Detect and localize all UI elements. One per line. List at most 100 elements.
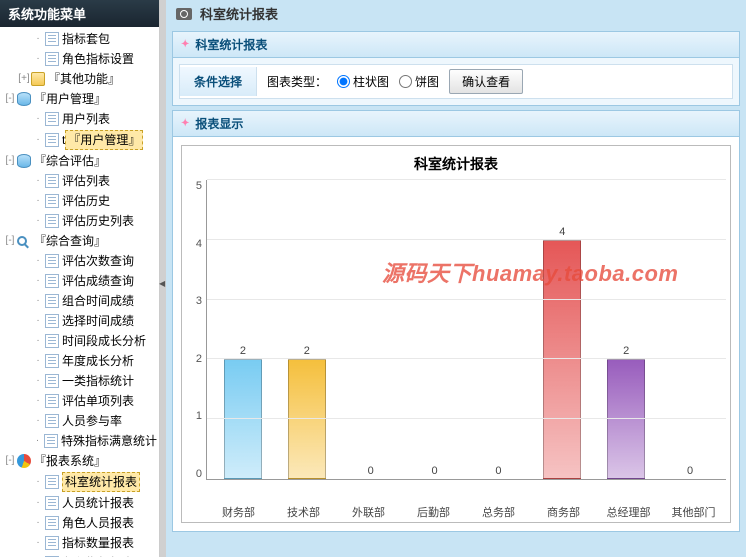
nav-item-label: 『报表系统』 — [34, 452, 106, 470]
radio-pie-label: 饼图 — [415, 73, 439, 90]
nav-item-label: 评估历史列表 — [62, 212, 134, 230]
bar-column: 0 — [339, 180, 403, 479]
radio-pie-wrap[interactable]: 饼图 — [399, 73, 439, 90]
page-icon — [45, 374, 59, 388]
page-icon — [45, 314, 59, 328]
db-icon — [17, 154, 31, 168]
grid-line — [207, 358, 726, 359]
branch-icon: · — [32, 212, 44, 230]
branch-icon: · — [32, 252, 44, 270]
radio-bar[interactable] — [337, 75, 350, 88]
page-icon — [45, 174, 59, 188]
filter-panel: ✦ 科室统计报表 条件选择 图表类型： 柱状图 饼图 — [172, 31, 740, 106]
bar-column: 0 — [403, 180, 467, 479]
grid-line — [207, 418, 726, 419]
page-icon — [45, 52, 59, 66]
page-icon — [45, 254, 59, 268]
nav-item[interactable]: [+]『其他功能』 — [0, 69, 159, 89]
nav-item[interactable]: ·选择时间成绩 — [0, 311, 159, 331]
submit-button[interactable]: 确认查看 — [449, 69, 523, 94]
radio-bar-wrap[interactable]: 柱状图 — [337, 73, 389, 90]
chart-yaxis: 543210 — [186, 180, 206, 500]
nav-item[interactable]: · 评估次数查询 — [0, 251, 159, 271]
chart-icon — [17, 454, 31, 468]
xtick-label: 技术部 — [271, 500, 336, 520]
nav-item[interactable]: · 角色人员报表 — [0, 513, 159, 533]
branch-icon: · — [32, 110, 44, 128]
bar-value-label: 2 — [623, 345, 629, 357]
nav-item[interactable]: ·组合时间成绩 — [0, 291, 159, 311]
ytick-label: 1 — [196, 410, 202, 422]
nav-item[interactable]: ·评估单项列表 — [0, 391, 159, 411]
nav-item-label: 『综合查询』 — [34, 232, 106, 250]
page-icon — [45, 394, 59, 408]
branch-icon: · — [32, 352, 44, 370]
nav-item[interactable]: ·科室统计报表 — [0, 471, 159, 493]
nav-item[interactable]: ·人员统计报表 — [0, 493, 159, 513]
branch-icon: · — [32, 372, 44, 390]
nav-item[interactable]: ·评估列表 — [0, 171, 159, 191]
nav-item-label: 评估列表 — [62, 172, 110, 190]
page-icon — [45, 496, 59, 510]
radio-pie[interactable] — [399, 75, 412, 88]
page-icon — [45, 334, 59, 348]
nav-item[interactable]: ·时间段成长分析 — [0, 331, 159, 351]
xtick-label: 总经理部 — [596, 500, 661, 520]
chart-title: 科室统计报表 — [186, 154, 726, 174]
nav-item[interactable]: ·评估历史 — [0, 191, 159, 211]
bar-column: 2 — [594, 180, 658, 479]
collapse-icon: [-] — [4, 232, 16, 250]
xtick-label: 总务部 — [466, 500, 531, 520]
splitter-handle[interactable] — [160, 0, 166, 557]
branch-icon: · — [32, 494, 44, 512]
page-icon — [45, 294, 59, 308]
bar-column: 2 — [211, 180, 275, 479]
expand-icon: [+] — [18, 70, 30, 88]
nav-item[interactable]: ·t『用户管理』 — [0, 129, 159, 151]
nav-item[interactable]: · 一类指标统计 — [0, 371, 159, 391]
nav-item[interactable]: · 人员参与率 — [0, 411, 159, 431]
nav-item[interactable]: [-] 『综合查询』 — [0, 231, 159, 251]
nav-item[interactable]: ·评估成绩查询 — [0, 271, 159, 291]
xtick-label: 商务部 — [531, 500, 596, 520]
chart-container: 科室统计报表 543210 22000420 财务部技术部外联部后勤部总务部商务… — [181, 145, 731, 523]
page-icon — [45, 475, 59, 489]
nav-item[interactable]: [-] 『报表系统』 — [0, 451, 159, 471]
nav-item-label: 角色人员报表 — [62, 514, 134, 532]
filter-panel-title: 科室统计报表 — [195, 36, 267, 53]
nav-item[interactable]: ·角色指标报表 — [0, 553, 159, 557]
branch-icon: · — [32, 514, 44, 532]
nav-item-label: 组合时间成绩 — [62, 292, 134, 310]
grid-line — [207, 239, 726, 240]
chart-panel-header: ✦ 报表显示 — [173, 111, 739, 137]
nav-item-label: 『用户管理』 — [34, 90, 106, 108]
nav-item[interactable]: ·角色指标设置 — [0, 49, 159, 69]
nav-item-label: 用户列表 — [62, 110, 110, 128]
nav-item-label: 评估次数查询 — [62, 252, 134, 270]
nav-item[interactable]: · 年度成长分析 — [0, 351, 159, 371]
nav-item[interactable]: ·特殊指标满意统计 — [0, 431, 159, 451]
branch-icon: · — [32, 412, 44, 430]
nav-item[interactable]: ·指标套包 — [0, 29, 159, 49]
nav-item-label: 年度成长分析 — [62, 352, 134, 370]
filter-row: 条件选择 图表类型： 柱状图 饼图 确认查看 — [179, 64, 733, 99]
collapse-icon: [-] — [4, 152, 16, 170]
page-title: 科室统计报表 — [200, 4, 278, 23]
bar-value-label: 0 — [432, 465, 438, 477]
branch-icon: · — [32, 534, 44, 552]
collapse-icon: [-] — [4, 452, 16, 470]
nav-item-label: 人员参与率 — [62, 412, 122, 430]
branch-icon: · — [32, 272, 44, 290]
nav-item[interactable]: ·指标数量报表 — [0, 533, 159, 553]
nav-item[interactable]: · 评估历史列表 — [0, 211, 159, 231]
nav-item-label: 一类指标统计 — [62, 372, 134, 390]
bar-value-label: 2 — [240, 345, 246, 357]
nav-item[interactable]: [-]『用户管理』 — [0, 89, 159, 109]
bar-column: 0 — [658, 180, 722, 479]
bar — [607, 359, 645, 479]
ytick-label: 3 — [196, 295, 202, 307]
nav-item[interactable]: [-]『综合评估』 — [0, 151, 159, 171]
filter-label: 条件选择 — [180, 67, 257, 96]
nav-tree: ·指标套包·角色指标设置[+]『其他功能』[-]『用户管理』·用户列表·t『用户… — [0, 27, 159, 557]
nav-item[interactable]: · 用户列表 — [0, 109, 159, 129]
